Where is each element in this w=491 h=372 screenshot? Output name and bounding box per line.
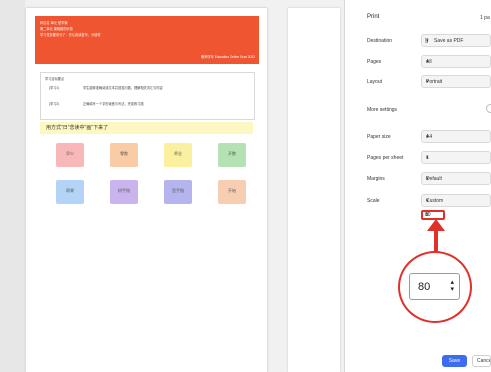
chevron-down-icon: ▾: [426, 155, 429, 161]
layout-select[interactable]: Portrait ▾: [421, 75, 491, 88]
annotation-arrow-head: [427, 219, 445, 231]
page-section-box: 学习目标要点 (学习1) 学生能够准确阅读文本并回答问题，理解相关词汇与内容 (…: [40, 72, 255, 120]
chevron-down-icon: ▾: [426, 198, 429, 204]
banner-line-2: 第二单元 课程题的示范: [40, 27, 73, 31]
print-preview-pane: 科目名·单元·型学案 第二单元 课程题的示范 学习任务要求分了：仿认真读答写，分…: [0, 0, 345, 372]
card-label: 零数: [120, 151, 128, 156]
margins-select[interactable]: Default ▾: [421, 172, 491, 185]
page-count: 1 pa: [480, 15, 490, 21]
preview-page: 科目名·单元·型学案 第二单元 课程题的示范 学习任务要求分了：仿认真读答写，分…: [26, 8, 267, 372]
chevron-down-icon: ▾: [426, 79, 429, 85]
paper-size-select[interactable]: A4 ▾: [421, 130, 491, 143]
save-button[interactable]: Save: [442, 355, 467, 367]
card-7: 开始: [218, 180, 246, 204]
section-row1-text: 学生能够准确阅读文本并回答问题，理解相关词汇与内容: [83, 86, 163, 90]
scale-label: Scale: [367, 198, 380, 204]
spinner-icon[interactable]: ▴ ▾: [450, 279, 454, 293]
destination-select[interactable]: ▯ Save as PDF ▾: [421, 34, 491, 47]
card-0: 早少: [56, 143, 84, 167]
chevron-down-icon: ▾: [426, 38, 429, 44]
card-1: 零数: [110, 143, 138, 167]
card-label: 开始: [228, 188, 236, 193]
card-5: 树手指: [110, 180, 138, 204]
zoomed-scale-value: 80: [418, 281, 431, 293]
section-heading: 学习目标要点: [45, 77, 65, 81]
highlight-text: 用方式"日"念读中"画"下来了: [46, 125, 109, 131]
pages-select[interactable]: All ▾: [421, 55, 491, 68]
section-row1-tag: (学习1): [49, 86, 60, 90]
banner-line-3: 学习任务要求分了：仿认真读答写，分读材: [40, 33, 101, 37]
card-4: 帮果: [56, 180, 84, 204]
card-3: 开数: [218, 143, 246, 167]
card-6: 型手指: [164, 180, 192, 204]
card-label: 帮果: [66, 188, 74, 193]
pages-label: Pages: [367, 59, 382, 65]
scale-select[interactable]: Custom ▾: [421, 194, 491, 207]
pages-per-sheet-select[interactable]: 1 ▾: [421, 151, 491, 164]
cancel-button[interactable]: Cance: [472, 355, 491, 367]
banner-line-1: 科目名·单元·型学案: [40, 21, 68, 25]
card-2: 师业: [164, 143, 192, 167]
pages-per-sheet-label: Pages per sheet: [367, 155, 404, 161]
preview-page-next: [288, 8, 340, 372]
zoomed-scale-input[interactable]: 80 ▴ ▾: [409, 273, 460, 300]
chevron-down-icon: ▾: [426, 176, 429, 182]
chevron-down-icon: ▾: [426, 134, 429, 140]
print-title: Print: [367, 14, 380, 20]
paper-size-label: Paper size: [367, 134, 391, 140]
expand-icon[interactable]: [486, 104, 491, 113]
card-label: 早少: [66, 151, 74, 156]
banner-footer: 教师学写 Education Online Grad 2022: [201, 55, 255, 59]
highlight-bar: 用方式"日"念读中"画"下来了: [40, 122, 253, 134]
card-label: 型手指: [172, 188, 184, 193]
destination-label: Destination: [367, 38, 393, 44]
section-row2-tag: (学习2): [49, 102, 60, 106]
margins-label: Margins: [367, 176, 385, 182]
chevron-down-icon: ▾: [426, 59, 429, 65]
card-label: 树手指: [118, 188, 130, 193]
card-label: 师业: [174, 151, 182, 156]
section-row2-text: 正确填写一个字的读音与写法，完成练习题: [83, 102, 144, 106]
card-label: 开数: [228, 151, 236, 156]
layout-label: Layout: [367, 79, 383, 85]
page-banner: 科目名·单元·型学案 第二单元 课程题的示范 学习任务要求分了：仿认真读答写，分…: [35, 16, 259, 64]
more-settings-label[interactable]: More settings: [367, 107, 397, 113]
preview-gutter: [0, 0, 25, 372]
spinner-icon[interactable]: ⇕: [425, 212, 442, 218]
